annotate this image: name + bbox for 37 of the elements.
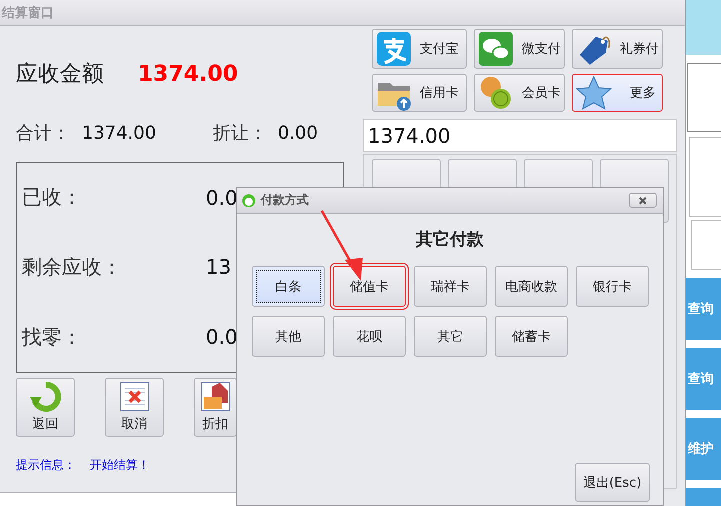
balance-value: 0.0 [206,325,236,350]
payment-option-button[interactable]: 储蓄卡 [495,316,568,357]
dialog-title: 付款方式 [261,192,309,209]
payment-option-button[interactable]: 储值卡 [333,266,406,307]
action-button[interactable]: 返回 [16,378,75,437]
action-button[interactable]: 取消 [105,378,164,437]
payment-method-button[interactable]: 更多 [572,74,663,112]
payment-option-button[interactable]: 电商收款 [495,266,568,307]
payment-method-button[interactable]: 微支付 [474,29,565,69]
amount-due-label: 应收金额 [16,61,105,89]
summary-value: 0.00 [278,122,320,144]
payment-option-button[interactable]: 白条 [252,266,325,307]
dialog-heading: 其它付款 [415,229,485,251]
payment-method-button[interactable]: 会员卡 [474,74,565,112]
window-title: 结算窗口 [2,4,54,22]
payment-option-button[interactable]: 银行卡 [576,266,649,307]
balance-label: 已收： [22,184,83,212]
summary-label: 折让： [213,122,268,145]
balance-label: 找零： [22,324,83,351]
action-button[interactable]: 折扣 [194,378,237,437]
amount-input-field[interactable]: 1374.00 [363,119,677,152]
payment-option-button[interactable]: 其他 [252,316,325,357]
balance-value: 0.0 [206,186,236,210]
amount-due-value: 1374.00 [138,62,238,86]
payment-option-button[interactable]: 花呗 [333,316,406,357]
payment-method-button[interactable]: 礼券付 [572,29,663,69]
exit-button[interactable]: 退出(Esc) [575,463,650,502]
summary-label: 合计： [16,122,71,145]
payment-method-button[interactable]: 支付宝 [372,29,467,69]
payment-method-button[interactable]: 信用卡 [372,74,467,112]
payment-option-button[interactable]: 其它 [414,316,487,357]
payment-option-button[interactable]: 瑞祥卡 [414,266,487,307]
balance-value: 13 [206,255,232,280]
status-label: 提示信息： [16,457,76,474]
summary-value: 1374.00 [82,122,158,144]
status-message: 开始结算！ [90,457,150,474]
balance-label: 剩余应收： [22,254,123,281]
